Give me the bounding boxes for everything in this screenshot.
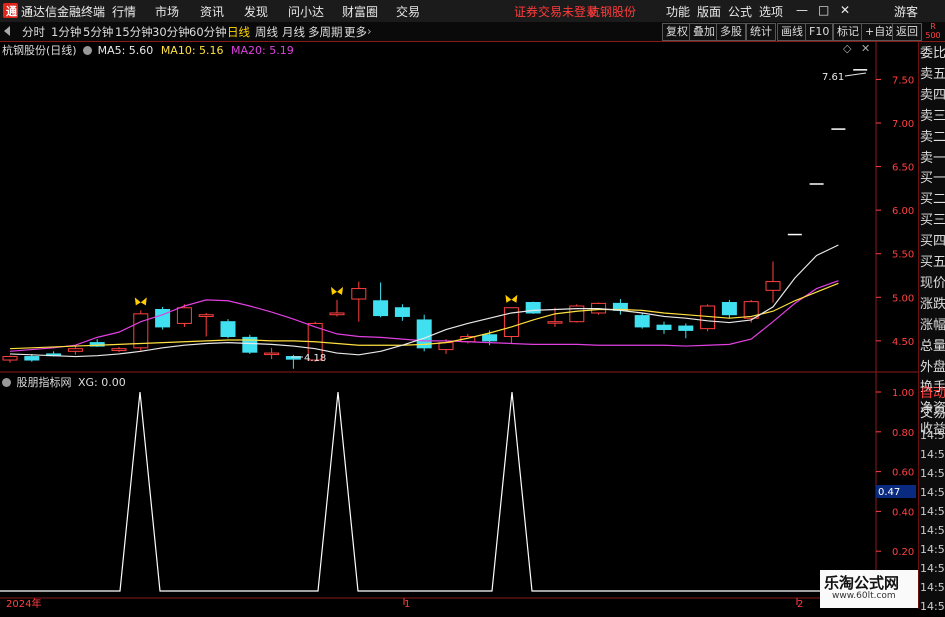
xg-value: XG: 0.00	[78, 376, 126, 389]
side-time-4: 14:56	[920, 505, 945, 518]
candle-body-up	[111, 348, 127, 351]
candle-body-down	[721, 302, 737, 316]
side-time-2: 14:56	[920, 467, 945, 480]
side-time-9: 14:56	[920, 600, 945, 613]
sub-y-tick-label: 0.20	[892, 547, 914, 558]
side-label-12[interactable]: 涨跌	[920, 295, 945, 315]
sub-chart-legend: 股朋指标网 XG: 0.00	[2, 374, 126, 389]
candle-body-up	[438, 342, 454, 351]
corner-badge-top: R	[930, 22, 936, 31]
side-time-6: 14:56	[920, 543, 945, 556]
y-tick-label: 6.00	[892, 206, 914, 217]
sub-y-axis-ticks: 1.00 0.80 0.60 0.40 0.20	[876, 388, 914, 558]
watermark-line2: www.60lt.com	[832, 591, 896, 601]
side-label-6[interactable]: 买一	[920, 169, 945, 189]
candle-body-down	[656, 324, 672, 331]
candle-body-down	[155, 308, 171, 328]
side-label-4[interactable]: 卖二	[920, 128, 945, 148]
candle-body-down	[220, 321, 236, 337]
butterfly-signal-icon	[331, 286, 343, 295]
side-label-9[interactable]: 买四	[920, 232, 945, 252]
side-label-5[interactable]: 卖一	[920, 149, 945, 169]
indicator-title: 股朋指标网	[16, 376, 72, 389]
side-time-7: 14:56	[920, 562, 945, 575]
candle-body-up	[67, 348, 83, 352]
side-label-8[interactable]: 买三	[920, 211, 945, 231]
candle-body-up	[2, 356, 18, 361]
y-tick-label: 7.50	[892, 75, 914, 86]
candle-body-up	[198, 314, 214, 317]
side-label-7[interactable]: 买二	[920, 190, 945, 210]
candle-body-up	[547, 321, 563, 324]
y-axis-ticks: 7.50 7.00 6.50 6.00 5.50 5.00 4.50	[876, 75, 914, 348]
candle-body-up	[176, 307, 192, 324]
candles-group	[2, 69, 868, 369]
candle-body-down	[373, 300, 389, 317]
time-axis-year: 2024年	[6, 597, 41, 609]
side-label-10[interactable]: 买五	[920, 253, 945, 273]
candle-body-up	[351, 288, 367, 300]
y-tick-label: 6.50	[892, 163, 914, 174]
candle-body-up	[765, 281, 781, 291]
xg-signal-line	[0, 391, 876, 592]
watermark-line1: 乐淘公式网	[824, 574, 900, 592]
candle-body-up	[329, 312, 345, 316]
indicator-line	[0, 391, 876, 592]
candle-body-down	[678, 325, 694, 331]
sub-y-tick-label: 0.60	[892, 468, 914, 479]
high-annotation-line	[844, 72, 867, 77]
time-axis-mark2: 2	[797, 599, 803, 609]
side-time-0: 14:56	[920, 429, 945, 442]
corner-badge-bottom: 500	[925, 31, 941, 40]
side-time-8: 14:56	[920, 581, 945, 594]
candle-body-down	[24, 356, 40, 361]
candle-body-down	[482, 334, 498, 342]
kline-chart[interactable]: 7.50 7.00 6.50 6.00 5.50 5.00 4.50 1.00 0.80 0.6…	[0, 0, 918, 609]
side-label-13[interactable]: 涨幅	[920, 316, 945, 336]
sub-y-tick-label: 0.40	[892, 507, 914, 518]
side-label-1[interactable]: 卖五	[920, 65, 945, 85]
y-tick-label: 4.50	[892, 337, 914, 348]
y-tick-label: 7.00	[892, 119, 914, 130]
side-label-15[interactable]: 外盘	[920, 358, 945, 378]
side-label-2[interactable]: 卖四	[920, 86, 945, 106]
sub-y-tick-label: 0.80	[892, 428, 914, 439]
butterfly-signal-icon	[505, 294, 518, 303]
side-mode-1[interactable]: 交易	[920, 404, 945, 424]
butterfly-signal-icon	[134, 297, 147, 306]
candle-body-down	[394, 307, 410, 317]
candle-body-up	[264, 352, 280, 356]
y-tick-label: 5.50	[892, 250, 914, 261]
low-price-annotation: 4.18	[304, 353, 326, 364]
side-mode-0[interactable]: 自动	[920, 384, 945, 404]
candle-body-down	[634, 315, 650, 328]
side-label-11[interactable]: 现价	[920, 274, 945, 294]
side-label-3[interactable]: 卖三	[920, 107, 945, 127]
sub-legend-toggle-icon[interactable]	[2, 378, 11, 387]
time-axis-mark1: 1	[404, 599, 410, 609]
quote-side-panel: 委比 卖五 卖四 卖三 卖二 卖一 买一 买二 买三 买四 买五 现价 涨跌 涨幅 总量 外盘 换手 净资 收益 自动…	[918, 42, 945, 613]
side-label-0[interactable]: 委比	[920, 44, 945, 64]
side-time-5: 14:56	[920, 524, 945, 537]
y-tick-label: 5.00	[892, 293, 914, 304]
corner-badge[interactable]: R 500	[924, 22, 942, 40]
watermark-logo: 乐淘公式网 www.60lt.com	[820, 570, 918, 608]
side-time-3: 14:56	[920, 486, 945, 499]
signal-markers	[134, 286, 518, 306]
side-label-14[interactable]: 总量	[920, 337, 945, 357]
sub-y-tick-label: 1.00	[892, 388, 914, 399]
high-price-annotation: 7.61	[822, 72, 844, 83]
side-time-1: 14:56	[920, 448, 945, 461]
current-value-text: 0.47	[878, 487, 900, 498]
